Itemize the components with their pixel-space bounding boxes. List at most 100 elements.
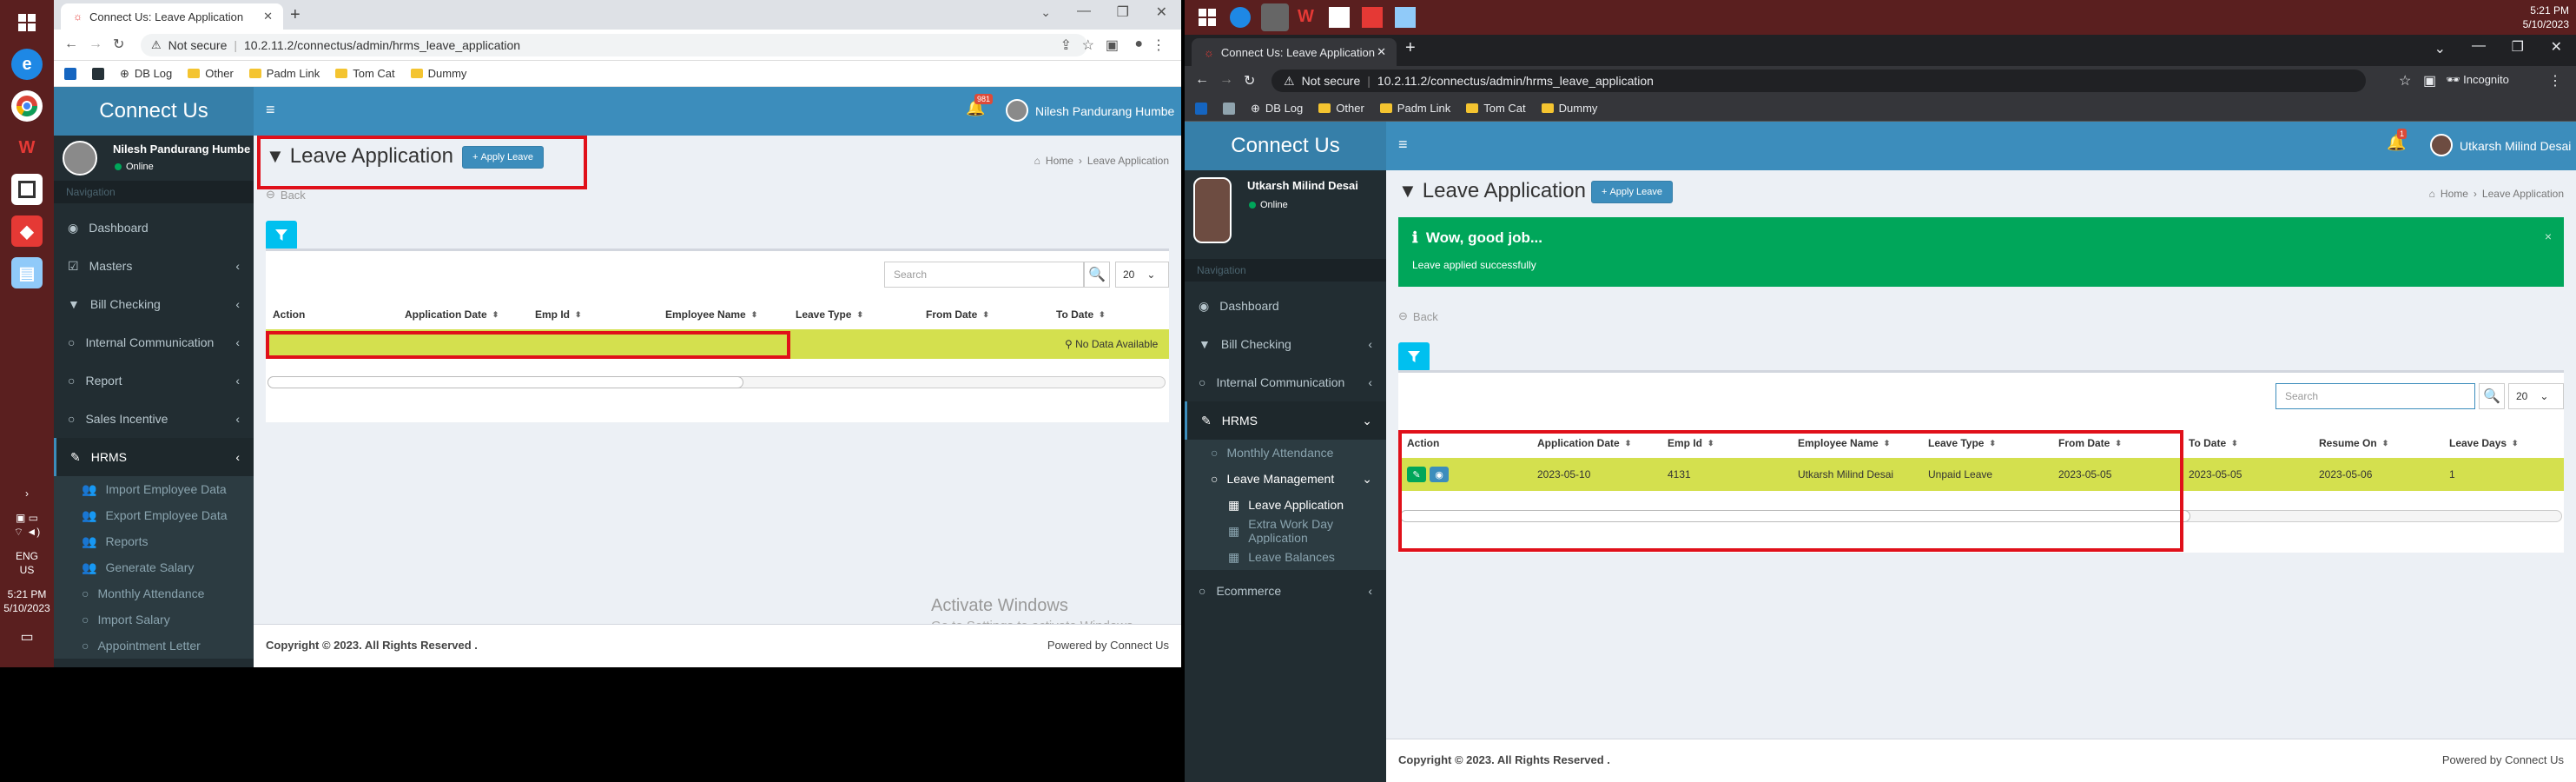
filter-button[interactable] (266, 221, 297, 250)
app-icon[interactable] (11, 174, 43, 205)
back-nav-icon[interactable]: ← (64, 36, 78, 52)
bookmark-tom-cat[interactable]: Tom Cat (335, 67, 395, 80)
bookmark-db-log[interactable]: ⊕ DB Log (120, 67, 172, 81)
search-input[interactable]: Search (884, 262, 1084, 288)
wps-icon[interactable]: W (11, 132, 43, 163)
subnav-leave-application[interactable]: ▦ Leave Application (1185, 492, 1386, 518)
subnav-generate-salary[interactable]: 👥 Generate Salary (54, 554, 254, 580)
sidebar-item-ecommerce[interactable]: ○ Ecommerce ‹ (1185, 572, 1386, 610)
anydesk-icon[interactable] (1362, 7, 1383, 28)
sidebar-item-hrms[interactable]: ✎ HRMS ⌄ (1185, 401, 1386, 440)
column-header-resume-on[interactable]: Resume On ⬍ (2319, 437, 2388, 449)
edge-icon[interactable] (1230, 7, 1251, 28)
new-tab-icon[interactable]: + (290, 5, 301, 25)
sidebar-item-internal-communication[interactable]: ○ Internal Communication ‹ (1185, 363, 1386, 401)
menu-icon[interactable]: ⋮ (2548, 72, 2562, 89)
bookmark-db-log[interactable]: ⊕ DB Log (1251, 102, 1303, 116)
search-button[interactable]: 🔍 (1084, 262, 1110, 288)
bookmark-app-icon[interactable] (92, 67, 104, 80)
bookmark-app-icon[interactable] (1223, 102, 1235, 115)
breadcrumb-home[interactable]: Home (2441, 188, 2468, 200)
language-indicator[interactable]: ENG US (0, 549, 54, 577)
page-size-select[interactable]: 20 ⌄ (2508, 383, 2564, 409)
sidebar-item-sales-incentive[interactable]: ○ Sales Incentive ‹ (54, 400, 254, 438)
chrome-icon[interactable] (1261, 3, 1289, 31)
app-icon[interactable] (1329, 7, 1350, 28)
subnav-monthly-attendance[interactable]: ○ Monthly Attendance (54, 580, 254, 606)
column-header-to-date[interactable]: To Date ⬍ (1056, 308, 1106, 321)
subnav-monthly-attendance[interactable]: ○ Monthly Attendance (1185, 440, 1386, 466)
address-bar[interactable]: ⚠ Not secure | 10.2.11.2/connectus/admin… (141, 34, 1087, 56)
notes-icon[interactable] (1395, 7, 1416, 28)
bookmark-tom-cat[interactable]: Tom Cat (1466, 102, 1526, 115)
column-header-to-date[interactable]: To Date ⬍ (2189, 437, 2238, 449)
sidebar-item-dashboard[interactable]: ◉ Dashboard (1185, 287, 1386, 325)
sidebar-item-bill-checking[interactable]: ▼ Bill Checking ‹ (1185, 325, 1386, 363)
minimize-icon[interactable]: — (1077, 3, 1091, 19)
header-user-name[interactable]: Utkarsh Milind Desai (2460, 139, 2571, 153)
taskbar-clock[interactable]: 5:21 PM 5/10/2023 (0, 587, 54, 615)
back-nav-icon[interactable]: ← (1195, 72, 1209, 88)
column-header-emp-id[interactable]: Emp Id ⬍ (535, 308, 582, 321)
avatar[interactable] (2430, 134, 2453, 156)
sidepanel-icon[interactable]: ▣ (1106, 36, 1119, 54)
subnav-appointment-letter[interactable]: ○ Appointment Letter (54, 633, 254, 659)
scrollbar-thumb[interactable] (268, 376, 743, 388)
brand-logo[interactable]: Connect Us (54, 87, 254, 136)
sidebar-item-masters[interactable]: ☑ Masters ‹ (54, 247, 254, 285)
profile-icon[interactable]: ● (1134, 36, 1143, 52)
breadcrumb-home[interactable]: Home (1046, 155, 1073, 167)
forward-nav-icon[interactable]: → (89, 36, 102, 52)
avatar[interactable] (1006, 99, 1028, 122)
hamburger-icon[interactable]: ≡ (266, 101, 275, 119)
wps-icon[interactable]: W (1298, 7, 1314, 27)
brand-logo[interactable]: Connect Us (1185, 122, 1386, 170)
sidebar-item-dashboard[interactable]: ◉ Dashboard (54, 209, 254, 247)
sidepanel-icon[interactable]: ▣ (2423, 72, 2436, 89)
new-tab-icon[interactable]: + (1405, 38, 1416, 58)
windows-start-icon[interactable] (11, 7, 43, 38)
search-button[interactable]: 🔍 (2479, 383, 2505, 409)
minimize-icon[interactable]: — (2472, 38, 2486, 54)
subnav-leave-management[interactable]: ○ Leave Management ⌄ (1185, 466, 1386, 492)
chrome-icon[interactable] (11, 90, 43, 122)
tray-icons[interactable]: ▣ ▭ ⌔ ◄) (0, 511, 54, 539)
browser-tab[interactable]: ☼ Connect Us: Leave Application ✕ (61, 3, 283, 30)
column-header-leave-type[interactable]: Leave Type ⬍ (796, 308, 863, 321)
tab-search-icon[interactable]: ⌄ (2434, 40, 2446, 57)
tab-close-icon[interactable]: ✕ (1377, 45, 1386, 59)
page-size-select[interactable]: 20 ⌄ (1115, 262, 1169, 288)
bookmark-other[interactable]: Other (188, 67, 234, 80)
tab-close-icon[interactable]: ✕ (263, 10, 273, 23)
hamburger-icon[interactable]: ≡ (1398, 136, 1408, 154)
address-bar[interactable]: ⚠ Not secure | 10.2.11.2/connectus/admin… (1271, 70, 2366, 92)
incognito-indicator[interactable]: 🕶 Incognito (2446, 73, 2509, 87)
bookmark-dummy[interactable]: Dummy (410, 67, 466, 80)
subnav-extra-work-day-application[interactable]: ▦ Extra Work Day Application (1185, 517, 1386, 545)
back-link[interactable]: ⊖ Back (266, 188, 306, 202)
header-user-name[interactable]: Nilesh Pandurang Humbe (1035, 104, 1174, 118)
subnav-leave-balances[interactable]: ▦ Leave Balances (1185, 544, 1386, 570)
share-icon[interactable]: ⇪ (1060, 36, 1072, 54)
reload-icon[interactable]: ↻ (113, 36, 124, 53)
star-icon[interactable]: ☆ (1082, 36, 1094, 54)
sidebar-item-bill-checking[interactable]: ▼ Bill Checking ‹ (54, 285, 254, 323)
bookmark-other[interactable]: Other (1318, 102, 1364, 115)
column-header-from-date[interactable]: From Date ⬍ (926, 308, 989, 321)
back-link[interactable]: ⊖ Back (1398, 309, 1438, 323)
apply-leave-button[interactable]: + Apply Leave (1591, 181, 1673, 203)
tab-search-icon[interactable]: ⌄ (1040, 5, 1051, 20)
anydesk-icon[interactable]: ◆ (11, 215, 43, 247)
restore-icon[interactable]: ❐ (1117, 3, 1129, 21)
forward-nav-icon[interactable]: → (1219, 72, 1233, 88)
bookmark-dummy[interactable]: Dummy (1541, 102, 1597, 115)
subnav-import-salary[interactable]: ○ Import Salary (54, 606, 254, 633)
close-alert-icon[interactable]: × (2545, 229, 2552, 243)
windows-start-icon[interactable] (1199, 9, 1216, 26)
sidebar-item-report[interactable]: ○ Report ‹ (54, 361, 254, 400)
notes-icon[interactable]: ▤ (11, 257, 43, 288)
sidebar-item-internal-communication[interactable]: ○ Internal Communication ‹ (54, 323, 254, 361)
tray-expand-icon[interactable]: › (0, 487, 54, 500)
close-window-icon[interactable]: ✕ (2551, 38, 2562, 56)
outlook-icon[interactable] (1195, 102, 1207, 115)
